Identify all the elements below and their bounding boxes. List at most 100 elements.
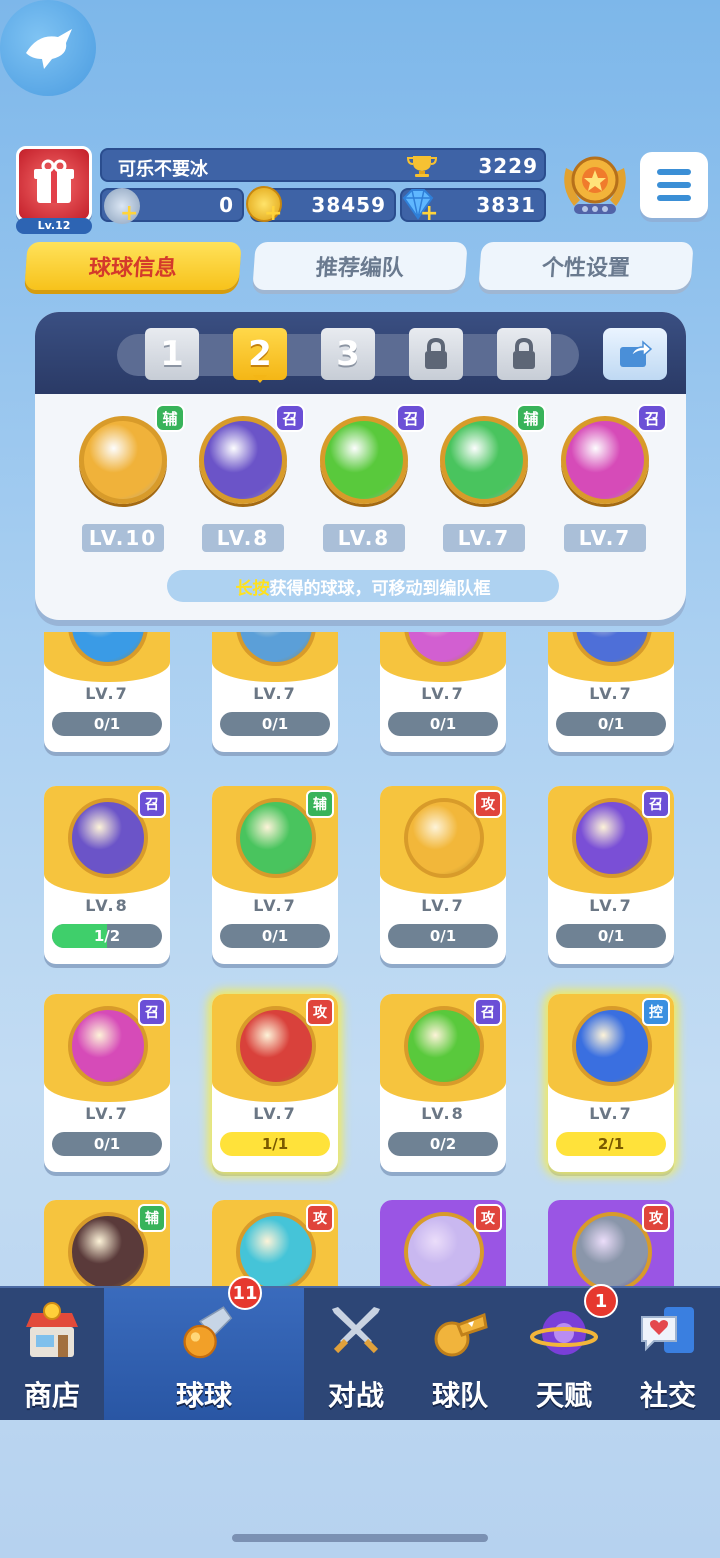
team-panel: 1 2 3 辅 LV.10 召 LV.8 召 LV.8 辅 LV.7 召 LV.… — [35, 312, 686, 620]
ball-level: LV.7 — [253, 896, 297, 915]
ball-progress: 0/2 — [388, 1132, 498, 1156]
ball-progress: 0/1 — [52, 712, 162, 736]
ball-type-badge: 攻 — [306, 1204, 334, 1232]
team-slot-2[interactable]: 2 — [233, 328, 287, 383]
ball-card[interactable]: 召 LV.7 0/1 — [548, 786, 674, 964]
team-slot-3[interactable]: 3 — [321, 328, 375, 380]
ball-card-upgradable[interactable]: 攻 LV.7 1/1 — [212, 994, 338, 1172]
ball-level: LV.7 — [589, 896, 633, 915]
ball-type-badge: 攻 — [642, 1204, 670, 1232]
menu-button[interactable] — [640, 152, 708, 218]
ball-card[interactable]: LV.7 0/1 — [548, 632, 674, 752]
drag-hint: 长按 获得的球球，可移动到编队框 — [167, 570, 559, 602]
team-ball-2-type-badge: 召 — [275, 404, 305, 432]
ball-type-badge: 控 — [642, 998, 670, 1026]
team-slot-1[interactable]: 1 — [145, 328, 199, 380]
ball-level: LV.7 — [421, 684, 465, 703]
ball-progress: 1/1 — [220, 1132, 330, 1156]
chat-heart-icon — [633, 1298, 703, 1368]
nav-battle-label: 对战 — [327, 1379, 384, 1412]
ball-card[interactable]: 攻 LV.7 0/1 — [380, 786, 506, 964]
ball-progress: 1/2 — [52, 924, 162, 948]
coins-value: 38459 — [311, 193, 386, 217]
nav-shop-label: 商店 — [23, 1379, 80, 1412]
player-level: Lv.12 — [16, 218, 92, 234]
nav-balls-badge: 11 — [228, 1276, 262, 1310]
ball-card[interactable]: 辅 LV.7 0/1 — [212, 786, 338, 964]
trophy-icon — [404, 154, 440, 178]
player-info-bar: 可乐不要冰 3229 — [100, 148, 546, 182]
ball-level: LV.8 — [85, 896, 129, 915]
ball-card-rare[interactable]: 攻 — [548, 1200, 674, 1286]
nav-shop[interactable]: 商店 — [0, 1288, 104, 1420]
add-coins-icon[interactable]: + — [264, 203, 284, 225]
player-name: 可乐不要冰 — [118, 159, 208, 180]
tab-ball-info[interactable]: 球球信息 — [24, 242, 242, 290]
team-ball-2[interactable] — [199, 416, 287, 504]
nav-talent-label: 天赋 — [535, 1379, 592, 1412]
rank-medal-icon[interactable] — [560, 148, 630, 220]
nav-social-label: 社交 — [639, 1379, 696, 1412]
tab-recommended-team[interactable]: 推荐编队 — [252, 242, 468, 290]
gems-value: 3831 — [476, 193, 536, 217]
ball-type-badge: 召 — [138, 790, 166, 818]
team-ball-1[interactable] — [79, 416, 167, 504]
lock-icon — [425, 337, 447, 369]
ball-progress: 0/1 — [52, 1132, 162, 1156]
ball-card[interactable]: 召 LV.7 0/1 — [44, 994, 170, 1172]
ball-level: LV.7 — [421, 896, 465, 915]
ball-progress: 0/1 — [220, 924, 330, 948]
ball-card[interactable]: 攻 — [212, 1200, 338, 1286]
ball-level: LV.7 — [85, 1104, 129, 1123]
crossed-swords-icon — [321, 1298, 391, 1368]
team-ball-5[interactable] — [561, 416, 649, 504]
energy-value: 0 — [219, 193, 234, 217]
team-ball-3-level: LV.8 — [323, 524, 405, 552]
ball-type-badge: 攻 — [474, 790, 502, 818]
trophy-count: 3229 — [478, 154, 538, 178]
home-indicator[interactable] — [232, 1534, 488, 1542]
tab-personal-settings[interactable]: 个性设置 — [478, 242, 694, 290]
ball-type-badge: 辅 — [306, 790, 334, 818]
ball-card[interactable]: LV.7 0/1 — [380, 632, 506, 752]
ball-card-upgradable[interactable]: 控 LV.7 2/1 — [548, 994, 674, 1172]
ball-card[interactable]: 召 LV.8 0/2 — [380, 994, 506, 1172]
app-logo — [0, 0, 96, 96]
ball-type-badge: 攻 — [306, 998, 334, 1026]
share-button[interactable] — [603, 328, 667, 380]
ball-type-badge: 召 — [138, 998, 166, 1026]
gift-avatar[interactable] — [16, 146, 92, 222]
ball-card[interactable]: 召 LV.8 1/2 — [44, 786, 170, 964]
ball-card[interactable]: LV.7 0/1 — [212, 632, 338, 752]
nav-team[interactable]: 球队 — [408, 1288, 512, 1420]
add-energy-icon[interactable]: + — [120, 203, 140, 225]
nav-team-label: 球队 — [431, 1379, 488, 1412]
ball-progress: 0/1 — [220, 712, 330, 736]
ball-type-badge: 辅 — [138, 1204, 166, 1232]
add-gems-icon[interactable]: + — [420, 203, 440, 225]
team-ball-4-level: LV.7 — [443, 524, 525, 552]
nav-balls-label: 球球 — [175, 1379, 232, 1412]
ball-type-badge: 攻 — [474, 1204, 502, 1232]
nav-battle[interactable]: 对战 — [304, 1288, 408, 1420]
nav-talent-badge: 1 — [584, 1284, 618, 1318]
ball-card[interactable]: 辅 — [44, 1200, 170, 1286]
nav-social[interactable]: 社交 — [616, 1288, 720, 1420]
team-slot-locked-5[interactable] — [497, 328, 551, 380]
team-ball-4[interactable] — [440, 416, 528, 504]
ball-card-rare[interactable]: 攻 — [380, 1200, 506, 1286]
ball-collection-grid: LV.7 0/1 LV.7 0/1 LV.7 0/1 LV.7 0/1 召 LV.8 1/2… — [0, 632, 720, 1286]
hint-text: 获得的球球，可移动到编队框 — [269, 578, 491, 599]
ball-level: LV.7 — [85, 684, 129, 703]
ball-cannon-icon — [169, 1298, 239, 1368]
ball-card[interactable]: LV.7 0/1 — [44, 632, 170, 752]
ball-type-badge: 召 — [474, 998, 502, 1026]
ball-level: LV.7 — [589, 1104, 633, 1123]
team-ball-5-type-badge: 召 — [637, 404, 667, 432]
nav-balls[interactable]: 球球 — [104, 1288, 304, 1420]
team-ball-3[interactable] — [320, 416, 408, 504]
ball-progress: 0/1 — [388, 924, 498, 948]
ball-level: LV.8 — [421, 1104, 465, 1123]
team-ball-3-type-badge: 召 — [396, 404, 426, 432]
team-slot-locked-4[interactable] — [409, 328, 463, 380]
